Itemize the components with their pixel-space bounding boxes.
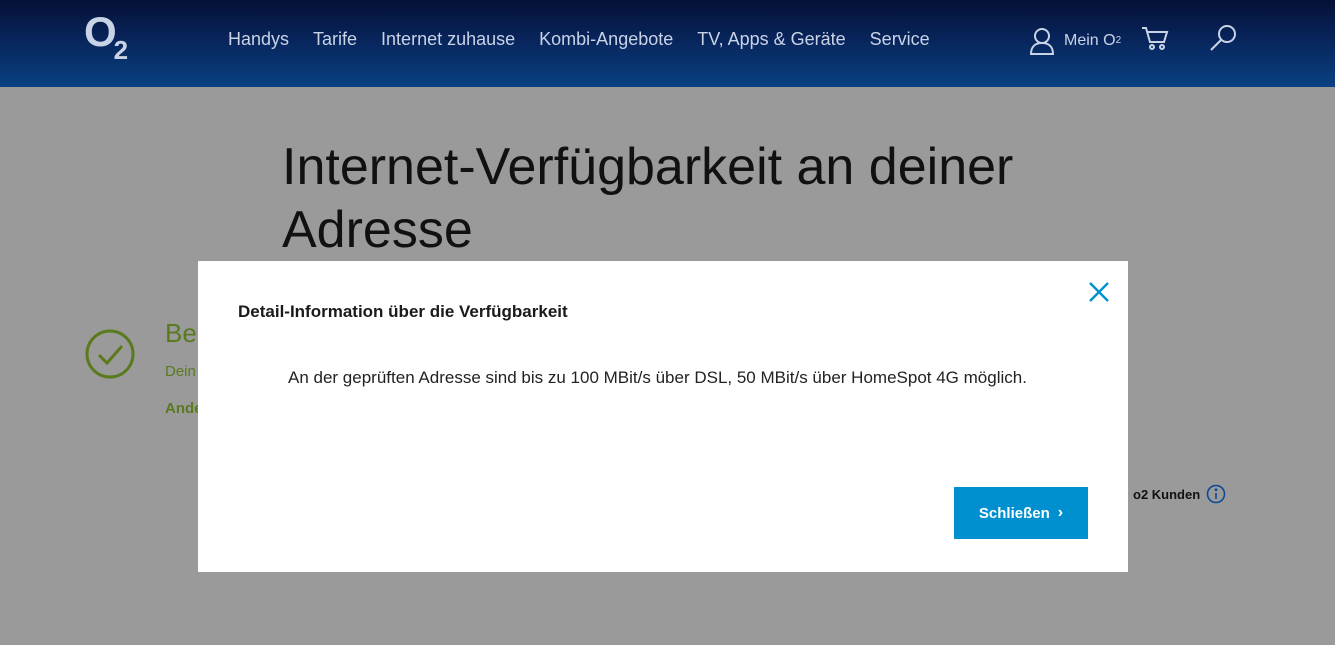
modal-title: Detail-Information über die Verfügbarkei… <box>238 302 568 321</box>
modal-close-button[interactable] <box>1087 280 1111 304</box>
check-circle-icon <box>85 329 135 379</box>
header-actions: Mein O2 <box>1030 24 1237 57</box>
chevron-right-icon: › <box>1057 504 1064 521</box>
close-icon <box>1089 282 1109 302</box>
page-title: Internet-Verfügbarkeit an deiner Adresse <box>282 138 1014 259</box>
nav-item-tarife[interactable]: Tarife <box>313 29 357 50</box>
mein-o2-label: Mein O <box>1064 31 1116 49</box>
cart-button[interactable] <box>1141 25 1169 56</box>
o2-kunden-toggle[interactable]: o2 Kunden <box>1133 484 1226 504</box>
info-icon[interactable] <box>1206 484 1226 504</box>
availability-heading: Bei <box>165 318 198 348</box>
mein-o2-link[interactable]: Mein O2 <box>1030 27 1121 55</box>
mein-o2-subscript: 2 <box>1115 35 1122 46</box>
logo-subscript: 2 <box>113 35 129 66</box>
main-nav: Handys Tarife Internet zuhause Kombi-Ang… <box>228 29 954 50</box>
search-icon <box>1210 25 1237 51</box>
availability-subtext: Dein <box>165 363 196 380</box>
modal-body-text: An der geprüften Adresse sind bis zu 100… <box>288 368 1027 387</box>
availability-detail-modal: Detail-Information über die Verfügbarkei… <box>198 261 1128 572</box>
nav-item-handys[interactable]: Handys <box>228 29 289 50</box>
search-button[interactable] <box>1209 24 1237 57</box>
nav-item-kombi-angebote[interactable]: Kombi-Angebote <box>539 29 673 50</box>
site-header: O2 Handys Tarife Internet zuhause Kombi-… <box>0 0 1335 87</box>
schliessen-button[interactable]: Schließen › <box>954 487 1088 539</box>
change-address-link[interactable]: Ande <box>165 400 198 417</box>
o2-logo[interactable]: O2 <box>84 8 129 66</box>
schliessen-label: Schließen <box>978 504 1050 522</box>
nav-item-tv-apps-geraete[interactable]: TV, Apps & Geräte <box>697 29 845 50</box>
nav-item-service[interactable]: Service <box>870 29 930 50</box>
cart-icon <box>1142 27 1169 50</box>
o2-kunden-label: o2 Kunden <box>1133 486 1201 502</box>
user-icon <box>1030 27 1054 55</box>
nav-item-internet-zuhause[interactable]: Internet zuhause <box>381 29 515 50</box>
logo-letter: O <box>84 8 117 55</box>
